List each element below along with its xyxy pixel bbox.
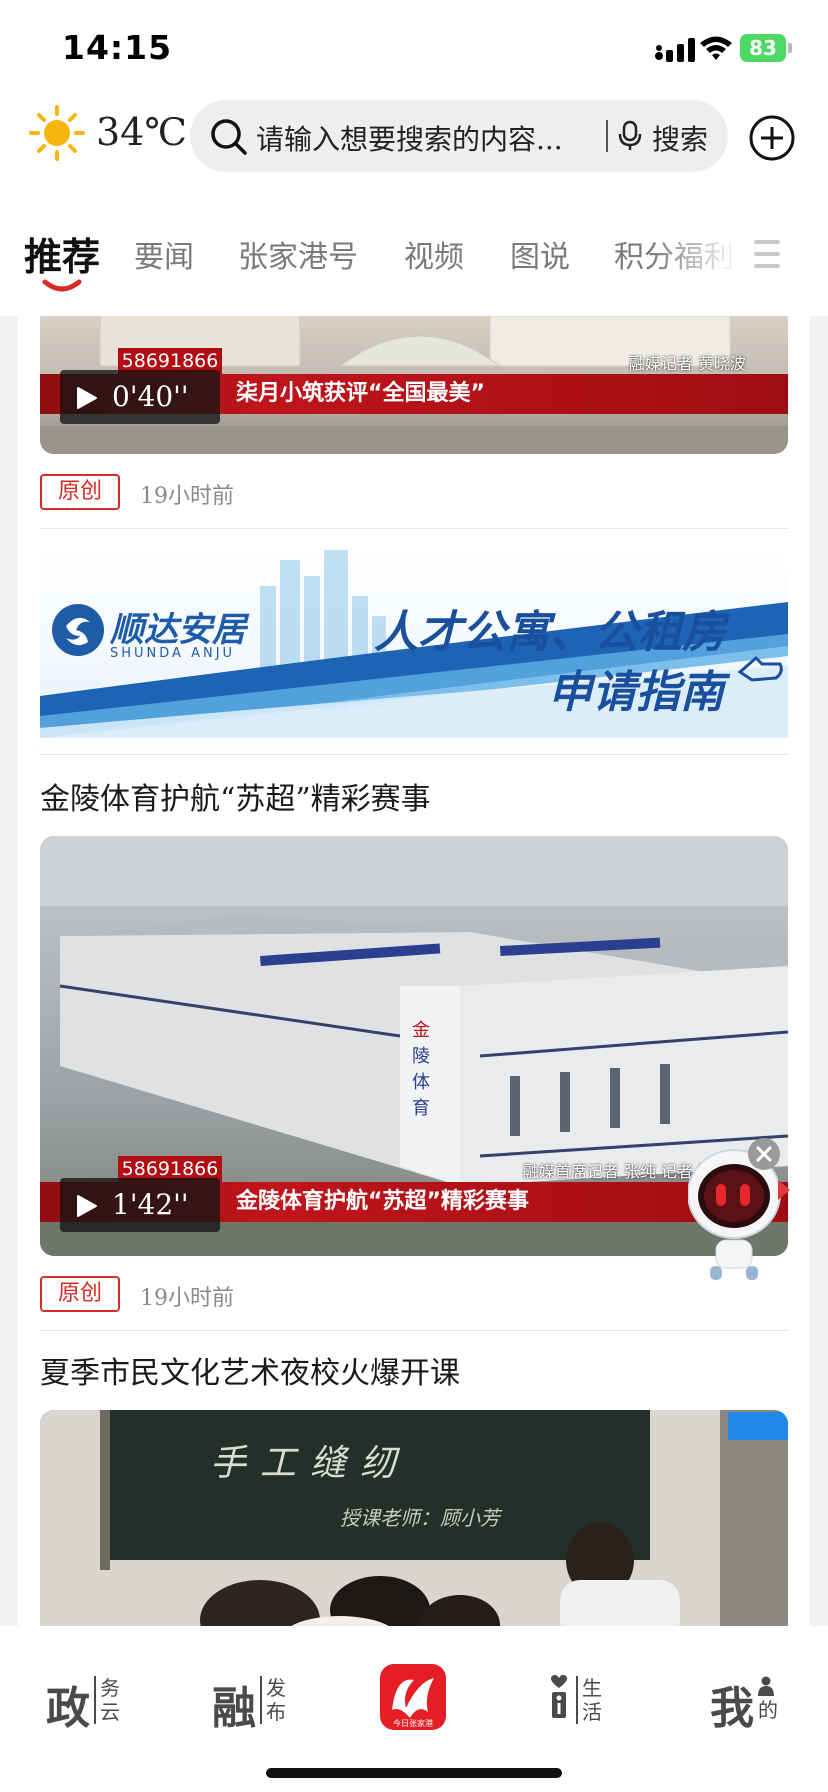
search-input[interactable]: 请输入想要搜索的内容...: [256, 118, 586, 158]
user-icon: [758, 1676, 774, 1696]
divider: [40, 1330, 788, 1331]
search-icon: [211, 119, 247, 155]
news-feed[interactable]: 58691866 柒月小筑获评“全国最美” 融媒记者 黄晓波 0'40'' 原创…: [18, 316, 810, 1626]
svg-text:育: 育: [412, 1098, 430, 1119]
tab-photo[interactable]: 图说: [510, 232, 570, 276]
play-icon: [77, 1195, 97, 1217]
add-circle-icon[interactable]: [748, 114, 796, 162]
wifi-icon: [700, 36, 732, 60]
channel-menu-icon[interactable]: [754, 240, 780, 268]
divider: [40, 528, 788, 529]
publish-time: 19小时前: [140, 484, 234, 509]
home-indicator[interactable]: [266, 1768, 562, 1778]
microphone-icon[interactable]: [618, 120, 642, 152]
banner-subheadline: 申请指南: [548, 667, 724, 718]
search-button[interactable]: 搜索: [652, 118, 708, 158]
article-title[interactable]: 夏季市民文化艺术夜校火爆开课: [40, 1348, 460, 1392]
ad-banner[interactable]: 顺达安居 SHUNDA ANJU 人才公寓、公租房 申请指南: [40, 546, 788, 738]
brand-name-en: SHUNDA ANJU: [110, 646, 236, 661]
svg-text:今日张家港: 今日张家港: [393, 1718, 433, 1728]
chalkboard-title: 手工缝纫: [210, 1443, 411, 1484]
status-time: 14:15: [62, 28, 173, 67]
reporter-credit: 融媒记者 黄晓波: [628, 354, 746, 373]
battery-level: 83: [749, 36, 777, 60]
top-header: 34℃ 请输入想要搜索的内容... 搜索: [0, 92, 828, 182]
temperature[interactable]: 34℃: [96, 110, 187, 154]
nav-gov-cloud[interactable]: 政 务云: [46, 1672, 126, 1734]
svg-text:陵: 陵: [412, 1046, 430, 1067]
divider: [40, 754, 788, 755]
svg-text:体: 体: [412, 1072, 430, 1093]
tab-zjg-account[interactable]: 张家港号: [238, 232, 358, 276]
article-title[interactable]: 金陵体育护航“苏超”精彩赛事: [40, 774, 431, 818]
original-badge: 原创: [40, 1276, 120, 1312]
nav-publish[interactable]: 融 发布: [212, 1672, 292, 1734]
original-badge: 原创: [40, 474, 120, 510]
nav-me[interactable]: 我 的: [710, 1672, 790, 1734]
video-thumbnail[interactable]: 手工缝纫 授课老师：顾小芳: [40, 1410, 788, 1626]
channel-tabs: 推荐 要闻 张家港号 视频 图说 积分福利: [0, 182, 828, 316]
video-caption: 柒月小筑获评“全国最美”: [236, 381, 485, 406]
status-bar: 14:15 83: [0, 0, 828, 92]
publish-time: 19小时前: [140, 1286, 234, 1311]
battery-indicator: 83: [740, 34, 792, 62]
video-thumbnail[interactable]: 金 陵 体 育 58691866 金陵体育护航“苏超”精彩赛事 融媒首席记者 张…: [40, 836, 788, 1256]
search-divider: [606, 120, 608, 152]
play-icon: [77, 387, 97, 409]
video-duration[interactable]: 1'42'': [60, 1178, 220, 1232]
tab-recommend[interactable]: 推荐: [24, 226, 100, 281]
svg-text:金: 金: [412, 1020, 430, 1041]
banner-headline: 人才公寓、公租房: [374, 607, 726, 658]
robot-mascot-icon[interactable]: [688, 1136, 808, 1286]
search-bar[interactable]: 请输入想要搜索的内容... 搜索: [190, 100, 728, 172]
video-duration[interactable]: 0'40'': [60, 370, 220, 424]
active-tab-indicator: [42, 279, 82, 292]
tab-news[interactable]: 要闻: [134, 232, 194, 276]
chalkboard-subtitle: 授课老师：顾小芳: [340, 1506, 500, 1530]
cellular-signal-icon: [655, 38, 695, 62]
nav-life[interactable]: 生活: [548, 1672, 628, 1732]
tab-video[interactable]: 视频: [404, 232, 464, 276]
info-heart-icon: [550, 1674, 568, 1718]
video-thumbnail[interactable]: 58691866 柒月小筑获评“全国最美” 融媒记者 黄晓波 0'40'': [40, 316, 788, 454]
weather-sun-icon[interactable]: [28, 104, 86, 162]
brand-name: 顺达安居: [110, 610, 246, 650]
today-zjg-logo-icon[interactable]: 今日张家港: [378, 1662, 448, 1732]
video-caption: 金陵体育护航“苏超”精彩赛事: [236, 1189, 529, 1214]
